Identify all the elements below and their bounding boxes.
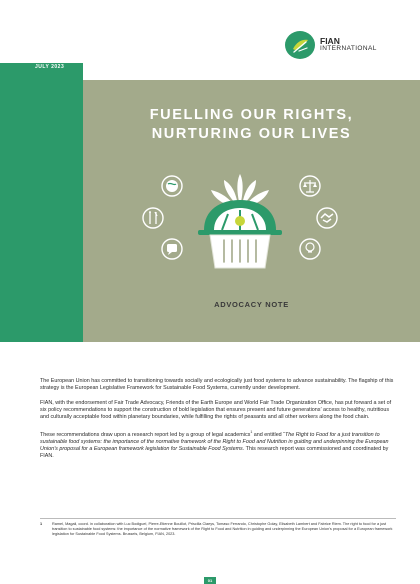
- handshake-icon: [316, 207, 338, 229]
- light-bulb-icon: [299, 238, 321, 260]
- paragraph-3-start: These recommendations draw upon a resear…: [40, 431, 251, 438]
- title-line-1: FUELLING OUR RIGHTS,: [149, 107, 354, 123]
- footnote-text: Ramel, Magali, coord. in collaboration w…: [52, 522, 393, 537]
- food-system-illustration: [142, 174, 338, 269]
- hero-top-strip: [83, 63, 420, 80]
- fian-logo[interactable]: FIAN INTERNATIONAL: [285, 31, 395, 61]
- chat-icon: [161, 238, 183, 260]
- logo-wordmark: FIAN: [320, 36, 340, 46]
- document-type-label: ADVOCACY NOTE: [214, 300, 289, 309]
- paragraph-3: These recommendations draw upon a resear…: [40, 429, 395, 461]
- paragraph-3-mid: and entitled “: [252, 431, 285, 438]
- paragraph-2: FIAN, with the endorsement of Fair Trade…: [40, 399, 392, 421]
- cutlery-icon: [142, 207, 164, 229]
- fian-logo-icon: [285, 31, 315, 59]
- globe-icon: [161, 175, 183, 197]
- paragraph-1: The European Union has committed to tran…: [40, 378, 394, 392]
- footnote-divider: [40, 518, 396, 519]
- green-side-bar: [0, 63, 83, 342]
- footnote: 1 Ramel, Magali, coord. in collaboration…: [40, 522, 395, 538]
- title-line-2: NURTURING OUR LIVES: [151, 126, 352, 142]
- page-number: 01: [204, 577, 216, 584]
- date-label: JULY 2023: [35, 64, 65, 70]
- scales-icon: [299, 175, 321, 197]
- document-page: JULY 2023 FIAN INTERNATIONAL FUELLING OU…: [0, 0, 420, 584]
- body-text: The European Union has committed to tran…: [40, 378, 395, 468]
- logo-wordmark-sub: INTERNATIONAL: [320, 45, 377, 52]
- footnote-number: 1: [40, 522, 43, 526]
- page-title: FUELLING OUR RIGHTS, NURTURING OUR LIVES: [83, 106, 420, 144]
